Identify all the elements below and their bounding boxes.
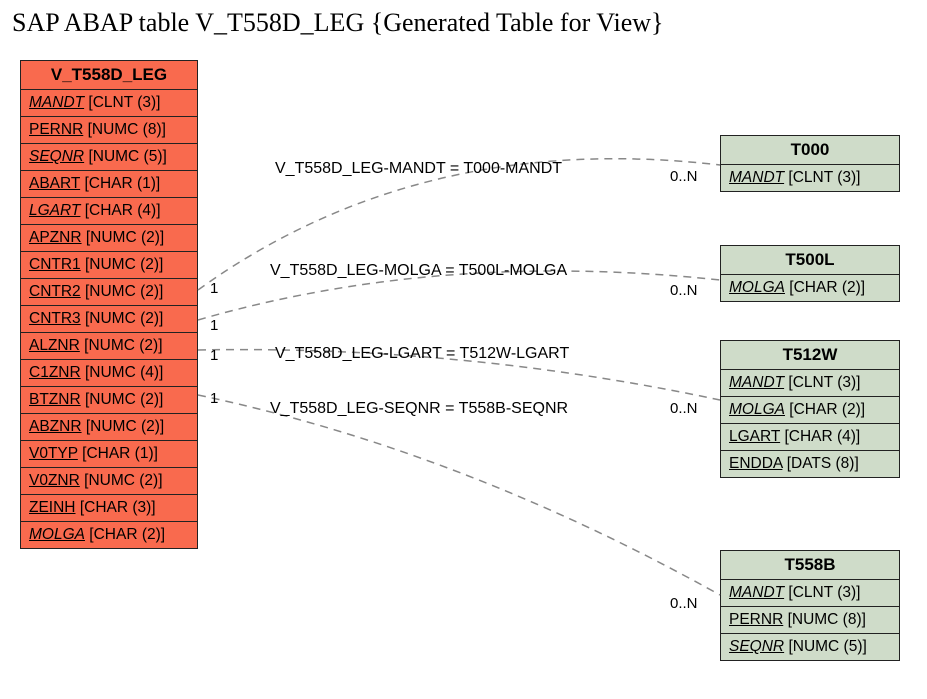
card-left-1: 1 (210, 317, 218, 334)
card-right-3: 0..N (670, 595, 698, 612)
relation-label-0: V_T558D_LEG-MANDT = T000-MANDT (275, 160, 562, 178)
card-right-2: 0..N (670, 400, 698, 417)
relation-label-3: V_T558D_LEG-SEQNR = T558B-SEQNR (270, 400, 568, 418)
card-right-0: 0..N (670, 168, 698, 185)
connector-t558b (198, 395, 720, 595)
card-right-1: 0..N (670, 282, 698, 299)
card-left-3: 1 (210, 390, 218, 407)
card-left-2: 1 (210, 347, 218, 364)
relation-label-2: V_T558D_LEG-LGART = T512W-LGART (275, 345, 569, 363)
card-left-0: 1 (210, 280, 218, 297)
relation-label-1: V_T558D_LEG-MOLGA = T500L-MOLGA (270, 262, 567, 280)
